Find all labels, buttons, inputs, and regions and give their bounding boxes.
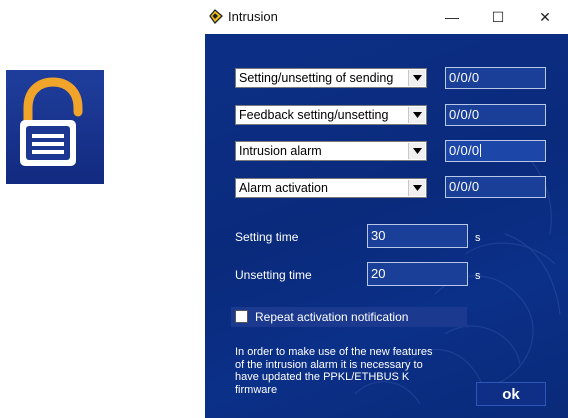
title-bar: Intrusion — ☐ ✕: [205, 0, 568, 34]
unsetting-time-unit: s: [475, 270, 481, 282]
maximize-button[interactable]: ☐: [475, 0, 521, 34]
select-feedback-setting-unsetting[interactable]: Feedback setting/unsetting: [235, 105, 427, 125]
setting-time-input[interactable]: 30: [367, 224, 468, 248]
note-line: have updated the PPKL/ETHBUS K: [235, 371, 410, 383]
minimize-icon: —: [445, 9, 459, 25]
unsetting-time-input[interactable]: 20: [367, 262, 468, 286]
unsetting-time-label: Unsetting time: [235, 268, 312, 282]
text-caret: [480, 144, 482, 157]
select-alarm-activation[interactable]: Alarm activation: [235, 178, 427, 198]
setting-time-label: Setting time: [235, 230, 299, 244]
address-value: 0/0/0: [449, 70, 480, 85]
note-line: firmware: [235, 383, 278, 396]
padlock-open-icon: [20, 77, 83, 166]
intrusion-dialog: Intrusion — ☐ ✕ Setting/unsetting of sen…: [205, 0, 568, 418]
ok-button[interactable]: ok: [476, 382, 546, 406]
address-field-intrusion-alarm[interactable]: 0/0/0: [445, 140, 546, 162]
select-value: Alarm activation: [239, 181, 328, 195]
maximize-icon: ☐: [491, 8, 505, 25]
select-value: Intrusion alarm: [239, 144, 322, 158]
close-icon: ✕: [539, 8, 551, 25]
note-line: of the intrusion alarm it is necessary t…: [235, 358, 423, 371]
chevron-down-icon[interactable]: [408, 180, 425, 196]
setting-time-unit: s: [475, 232, 481, 244]
select-value: Setting/unsetting of sending: [239, 71, 394, 85]
repeat-activation-label: Repeat activation notification: [255, 310, 409, 324]
address-field-setting-unsetting-sending[interactable]: 0/0/0: [445, 67, 546, 89]
repeat-activation-checkbox[interactable]: [235, 310, 248, 323]
minimize-button[interactable]: —: [429, 0, 475, 34]
note-line: In order to make use of the new features: [235, 346, 433, 358]
select-setting-unsetting-sending[interactable]: Setting/unsetting of sending: [235, 68, 427, 88]
intrusion-app-icon: [6, 70, 104, 184]
chevron-down-icon[interactable]: [408, 70, 425, 86]
unsetting-time-value: 20: [371, 266, 386, 281]
padlock-icon: [209, 9, 223, 25]
setting-time-value: 30: [371, 228, 386, 243]
address-value: 0/0/0: [449, 179, 480, 194]
address-value: 0/0/0: [449, 143, 482, 158]
address-value: 0/0/0: [449, 107, 480, 122]
address-field-feedback-setting-unsetting[interactable]: 0/0/0: [445, 104, 546, 126]
dialog-body: Setting/unsetting of sending 0/0/0 Feedb…: [205, 34, 568, 418]
firmware-note: In order to make use of the new features…: [235, 346, 465, 396]
repeat-activation-checkbox-row[interactable]: Repeat activation notification: [231, 307, 467, 327]
close-button[interactable]: ✕: [522, 0, 568, 34]
address-field-alarm-activation[interactable]: 0/0/0: [445, 176, 546, 198]
chevron-down-icon[interactable]: [408, 107, 425, 123]
window-title: Intrusion: [228, 9, 278, 24]
select-value: Feedback setting/unsetting: [239, 108, 389, 122]
chevron-down-icon[interactable]: [408, 143, 425, 159]
ok-button-label: ok: [502, 385, 520, 403]
select-intrusion-alarm[interactable]: Intrusion alarm: [235, 141, 427, 161]
